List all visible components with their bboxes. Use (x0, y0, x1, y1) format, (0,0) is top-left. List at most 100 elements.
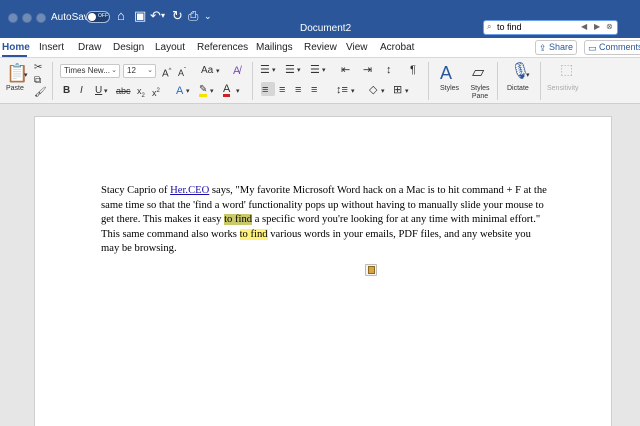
undo-dropdown-icon[interactable]: ▾ (161, 8, 165, 24)
grow-font-icon[interactable]: A^ (162, 65, 172, 80)
styles-label: Styles (440, 85, 460, 92)
paste-options-icon[interactable] (365, 264, 377, 276)
shrink-font-icon[interactable]: Aˇ (178, 65, 186, 79)
comments-button[interactable]: ▭ Comments (584, 40, 640, 55)
her-ceo-link[interactable]: Her.CEO (170, 185, 209, 196)
document-page[interactable]: Stacy Caprio of Her.CEO says, "My favori… (34, 116, 612, 426)
clear-formatting-icon[interactable]: A̸ (233, 65, 240, 77)
divider (540, 62, 541, 100)
close-window-button[interactable] (8, 13, 18, 23)
home-icon[interactable]: ⌂ (117, 8, 125, 24)
divider (52, 62, 53, 100)
borders-icon[interactable]: ⊞ (393, 84, 402, 96)
redo-icon[interactable]: ↻ (172, 8, 183, 24)
borders-dropdown-icon[interactable]: ▾ (405, 86, 409, 98)
text-effects-dropdown-icon[interactable]: ▾ (186, 86, 190, 98)
align-right-icon[interactable]: ≡ (295, 84, 301, 96)
font-color-dropdown-icon[interactable]: ▾ (236, 86, 240, 98)
align-left-icon[interactable]: ≡ (262, 84, 268, 96)
search-match: to find (239, 228, 268, 240)
tab-acrobat[interactable]: Acrobat (380, 42, 414, 53)
document-area: Stacy Caprio of Her.CEO says, "My favori… (0, 104, 640, 426)
tab-review[interactable]: Review (304, 42, 337, 53)
save-icon[interactable]: ▣ (134, 8, 146, 24)
multilevel-dropdown-icon[interactable]: ▾ (322, 65, 326, 77)
tab-draw[interactable]: Draw (78, 42, 101, 53)
highlight-dropdown-icon[interactable]: ▾ (210, 86, 214, 98)
document-paragraph[interactable]: Stacy Caprio of Her.CEO says, "My favori… (101, 184, 551, 257)
clear-search-icon[interactable]: ⊗ (606, 22, 613, 31)
autosave-toggle[interactable]: OFF (86, 11, 110, 23)
document-title: Document2 (300, 23, 352, 34)
font-color-icon[interactable]: A (223, 84, 231, 97)
paste-label: Paste (6, 85, 24, 92)
share-button[interactable]: ⇪ Share (535, 40, 577, 55)
zoom-window-button[interactable] (36, 13, 46, 23)
line-spacing-icon[interactable]: ↕≡ (336, 84, 348, 96)
divider (497, 62, 498, 100)
tab-home[interactable]: Home (2, 42, 30, 53)
strikethrough-icon[interactable]: abc (116, 85, 131, 97)
shading-icon[interactable]: ◇ (369, 84, 377, 96)
bold-icon[interactable]: B (63, 85, 70, 97)
search-icon: ⌕ (487, 22, 492, 31)
undo-icon[interactable]: ↶ (150, 8, 161, 24)
change-case-icon[interactable]: Aa (201, 65, 213, 77)
tab-design[interactable]: Design (113, 42, 144, 53)
bullets-icon[interactable]: ☰ (260, 64, 270, 76)
bullets-dropdown-icon[interactable]: ▾ (272, 65, 276, 77)
increase-indent-icon[interactable]: ⇥ (363, 64, 372, 76)
styles-pane-icon[interactable]: ▱ (472, 63, 484, 83)
ribbon-tabs: Home Insert Draw Design Layout Reference… (0, 38, 640, 58)
clipboard-glyph (368, 266, 375, 274)
justify-icon[interactable]: ≡ (311, 84, 317, 96)
ribbon-toolbar: 📋 ▾ Paste ✂ ⧉ 🖌 Times New... ⌄ 12 ⌄ A^ A… (0, 58, 640, 104)
tab-references[interactable]: References (197, 42, 248, 53)
text-effects-icon[interactable]: A (176, 85, 183, 97)
active-tab-indicator (2, 55, 27, 57)
show-formatting-icon[interactable]: ¶ (410, 64, 416, 76)
multilevel-list-icon[interactable]: ☰ (310, 64, 320, 76)
chevron-down-icon: ⌄ (147, 67, 153, 74)
share-icon: ⇪ (539, 43, 547, 53)
previous-result-icon[interactable]: ◀ (581, 22, 587, 31)
search-box[interactable]: ⌕ ◀ ▶ ⊗ (483, 20, 618, 35)
title-bar: AutoSave OFF ⌂ ▣ ↶ ▾ ↻ ⎙ ⌄ Document2 ⌕ ◀… (0, 0, 640, 38)
cut-icon[interactable]: ✂ (34, 62, 42, 74)
italic-icon[interactable]: I (80, 85, 83, 97)
decrease-indent-icon[interactable]: ⇤ (341, 64, 350, 76)
highlight-icon[interactable]: ✎ (199, 85, 208, 97)
font-name-dropdown[interactable]: Times New... ⌄ (60, 64, 120, 78)
shading-dropdown-icon[interactable]: ▾ (381, 86, 385, 98)
search-input[interactable] (497, 21, 577, 33)
next-result-icon[interactable]: ▶ (594, 22, 600, 31)
dictate-dropdown-icon[interactable]: ▾ (526, 70, 530, 82)
subscript-icon[interactable]: x2 (137, 85, 145, 102)
superscript-icon[interactable]: x2 (152, 85, 160, 99)
align-center-icon[interactable]: ≡ (279, 84, 285, 96)
customize-toolbar-icon[interactable]: ⌄ (204, 8, 212, 24)
tab-layout[interactable]: Layout (155, 42, 185, 53)
sensitivity-icon[interactable]: ⬚ (560, 62, 573, 76)
tab-mailings[interactable]: Mailings (256, 42, 293, 53)
paste-dropdown-icon[interactable]: ▾ (24, 70, 28, 82)
tab-view[interactable]: View (346, 42, 368, 53)
print-icon[interactable]: ⎙ (188, 8, 198, 24)
font-size-dropdown[interactable]: 12 ⌄ (123, 64, 156, 78)
styles-icon[interactable]: A (440, 63, 452, 83)
format-painter-icon[interactable]: 🖌 (34, 87, 47, 99)
paragraph-text: Stacy Caprio of (101, 185, 171, 196)
underline-dropdown-icon[interactable]: ▾ (104, 86, 108, 98)
underline-icon[interactable]: U (95, 85, 102, 97)
share-label: Share (549, 42, 574, 52)
sensitivity-label: Sensitivity (547, 85, 579, 92)
tab-insert[interactable]: Insert (39, 42, 64, 53)
minimize-window-button[interactable] (22, 13, 32, 23)
chevron-down-icon: ⌄ (111, 67, 117, 74)
numbering-dropdown-icon[interactable]: ▾ (297, 65, 301, 77)
sort-icon[interactable]: ↕ (386, 64, 392, 76)
numbering-icon[interactable]: ☰ (285, 64, 295, 76)
copy-icon[interactable]: ⧉ (34, 75, 41, 87)
change-case-dropdown-icon[interactable]: ▾ (216, 66, 220, 78)
line-spacing-dropdown-icon[interactable]: ▾ (351, 86, 355, 98)
